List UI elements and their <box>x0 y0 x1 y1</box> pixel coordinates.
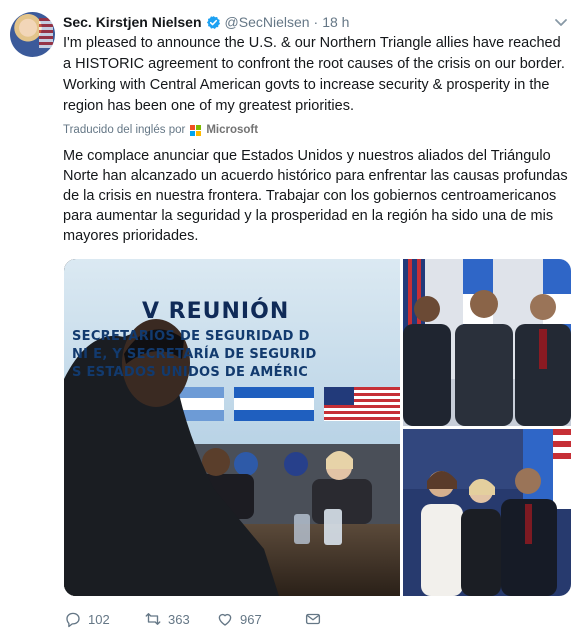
author-name[interactable]: Sec. Kirstjen Nielsen <box>63 14 202 30</box>
tweet-text: I'm pleased to announce the U.S. & our N… <box>63 35 565 114</box>
media-grid: V REUNIÓN SECRETARIOS DE SEGURIDAD D NI … <box>64 259 571 596</box>
reply-count: 102 <box>88 611 110 627</box>
delegates-photo-image <box>403 429 571 596</box>
photo-delegates-group[interactable] <box>403 429 571 596</box>
heart-icon <box>218 613 232 626</box>
author-avatar[interactable] <box>10 12 55 57</box>
envelope-icon <box>305 613 321 625</box>
photo-meeting-room[interactable]: V REUNIÓN SECRETARIOS DE SEGURIDAD D NI … <box>64 259 400 596</box>
chevron-down-icon[interactable] <box>553 14 569 30</box>
verified-badge-icon <box>206 15 220 29</box>
direct-message-button[interactable] <box>304 610 322 628</box>
tweet-header: Sec. Kirstjen Nielsen @SecNielsen · 18 h <box>63 12 349 32</box>
translation-label: Traducido del inglés por <box>63 124 186 136</box>
photo-officials-group[interactable] <box>403 259 571 426</box>
banner-title: V REUNIÓN <box>142 299 290 324</box>
translation-attribution: Traducido del inglés por Microsoft <box>63 124 258 136</box>
author-handle[interactable]: @SecNielsen <box>225 14 310 30</box>
retweet-count: 363 <box>168 611 190 627</box>
like-button[interactable]: 967 <box>216 610 262 628</box>
translation-provider[interactable]: Microsoft <box>206 124 258 136</box>
microsoft-logo-icon <box>190 124 202 136</box>
officials-photo-image <box>403 259 571 426</box>
translated-text: Me complace anunciar que Estados Unidos … <box>63 148 568 244</box>
retweet-button[interactable]: 363 <box>144 610 190 628</box>
reply-button[interactable]: 102 <box>64 610 110 628</box>
retweet-icon <box>145 613 161 625</box>
like-count: 967 <box>240 611 262 627</box>
separator-dot: · <box>313 14 319 30</box>
banner-line-1: SECRETARIOS DE SEGURIDAD D <box>72 329 310 344</box>
banner-line-2: NI E, Y SECRETARÍA DE SEGURID <box>72 347 317 362</box>
banner-line-3: S ESTADOS UNIDOS DE AMÉRIC <box>72 365 309 380</box>
tweet-timestamp[interactable]: 18 h <box>322 14 349 30</box>
reply-icon <box>66 612 80 628</box>
